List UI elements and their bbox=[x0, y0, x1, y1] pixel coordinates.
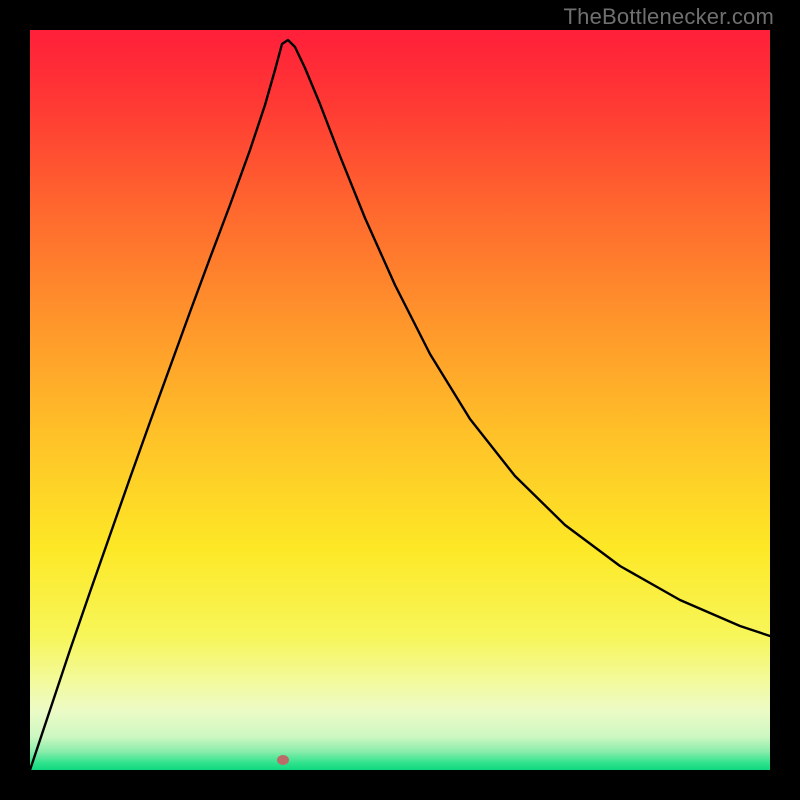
chart-frame: TheBottlenecker.com bbox=[0, 0, 800, 800]
gradient-background bbox=[30, 30, 770, 770]
optimal-point-marker bbox=[277, 755, 289, 765]
watermark-text: TheBottlenecker.com bbox=[564, 4, 774, 30]
plot-area bbox=[30, 30, 770, 770]
bottleneck-chart-svg bbox=[30, 30, 770, 770]
